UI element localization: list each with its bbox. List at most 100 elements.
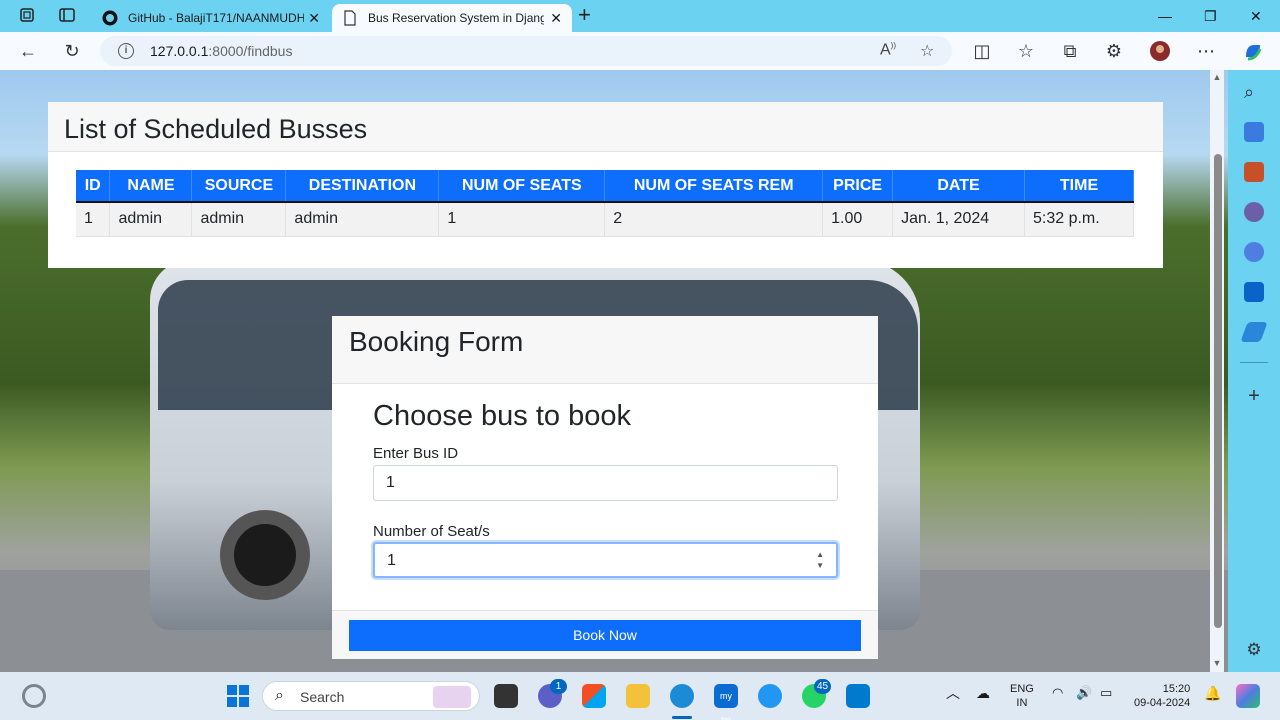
language-indicator[interactable]: ENG IN bbox=[1010, 682, 1034, 710]
send-icon[interactable] bbox=[1240, 322, 1268, 342]
scrollbar-thumb[interactable] bbox=[1214, 154, 1222, 628]
windows-taskbar: ⌕ Search 1 my hp 45 ︿ ☁ ENG IN ◠ 🔊 ▭ 15:… bbox=[0, 672, 1280, 720]
extensions-icon[interactable]: ⚙ bbox=[1104, 41, 1124, 61]
col-name: NAME bbox=[109, 170, 193, 203]
page-icon bbox=[344, 10, 356, 26]
games-icon[interactable] bbox=[1244, 202, 1264, 222]
booking-header: Booking Form bbox=[349, 326, 524, 357]
edge-icon[interactable] bbox=[670, 684, 694, 708]
outlook-icon[interactable] bbox=[1244, 282, 1264, 302]
busses-table: ID NAME SOURCE DESTINATION NUM OF SEATS … bbox=[76, 170, 1134, 237]
shopping-tag-icon[interactable] bbox=[1244, 122, 1264, 142]
split-screen-icon[interactable]: ◫ bbox=[972, 41, 992, 61]
search-label: Search bbox=[300, 689, 345, 705]
copilot-icon[interactable] bbox=[1242, 41, 1262, 61]
start-button[interactable] bbox=[226, 684, 250, 708]
tools-icon[interactable] bbox=[1244, 162, 1264, 182]
url-text: 127.0.0.1:8000/findbus bbox=[150, 43, 293, 59]
seats-input[interactable]: 1 ▲ ▼ bbox=[373, 542, 838, 578]
more-menu-icon[interactable]: ⋯ bbox=[1196, 41, 1216, 61]
tab-strip: GitHub - BalajiT171/NAANMUDH ✕ Bus Reser… bbox=[0, 0, 1280, 32]
cell-seats-rem: 2 bbox=[604, 202, 824, 237]
table-header-row: ID NAME SOURCE DESTINATION NUM OF SEATS … bbox=[76, 170, 1134, 203]
back-button[interactable]: ← bbox=[18, 41, 38, 61]
cell-price: 1.00 bbox=[822, 202, 894, 237]
bus-id-label: Enter Bus ID bbox=[373, 445, 459, 462]
seats-value: 1 bbox=[387, 552, 396, 569]
table-row: 1 admin admin admin 1 2 1.00 Jan. 1, 202… bbox=[76, 202, 1134, 237]
battery-icon[interactable]: ▭ bbox=[1100, 686, 1112, 700]
search-icon: ⌕ bbox=[275, 687, 284, 704]
search-icon[interactable]: ⌕ bbox=[1244, 82, 1264, 102]
close-tab-icon[interactable]: ✕ bbox=[308, 10, 320, 27]
cell-date: Jan. 1, 2024 bbox=[892, 202, 1025, 237]
profile-avatar[interactable] bbox=[1150, 41, 1170, 61]
booking-form-card: Booking Form Choose bus to book Enter Bu… bbox=[332, 316, 878, 659]
site-info-icon[interactable]: i bbox=[118, 43, 134, 59]
browser-toolbar: ← ↻ i 127.0.0.1:8000/findbus A)) ☆ ◫ ☆ ⧉… bbox=[0, 32, 1280, 70]
address-bar[interactable]: i 127.0.0.1:8000/findbus A)) ☆ bbox=[100, 36, 952, 66]
spinner-arrows-icon[interactable]: ▲ ▼ bbox=[816, 549, 824, 571]
whatsapp-badge: 45 bbox=[814, 679, 832, 694]
search-highlight-icon bbox=[433, 686, 471, 708]
collections-icon[interactable]: ⧉ bbox=[1060, 41, 1080, 61]
col-num-seats: NUM OF SEATS bbox=[438, 170, 606, 203]
cell-id: 1 bbox=[76, 202, 111, 237]
minimize-button[interactable]: — bbox=[1158, 8, 1172, 24]
taskbar-search[interactable]: ⌕ Search bbox=[262, 681, 480, 711]
col-date: DATE bbox=[892, 170, 1025, 203]
file-explorer-icon[interactable] bbox=[626, 684, 650, 708]
cell-time: 5:32 p.m. bbox=[1024, 202, 1134, 237]
tab-actions-icon[interactable] bbox=[58, 6, 78, 26]
vscode-icon[interactable] bbox=[846, 684, 870, 708]
bus-id-input[interactable]: 1 bbox=[373, 465, 838, 501]
tab-title: Bus Reservation System in Djang bbox=[368, 11, 544, 25]
teams-badge: 1 bbox=[550, 679, 567, 694]
new-tab-button[interactable]: + bbox=[578, 4, 591, 26]
task-view-icon[interactable] bbox=[494, 684, 518, 708]
scheduled-busses-card: List of Scheduled Busses ID NAME SOURCE … bbox=[48, 102, 1163, 268]
wifi-icon[interactable]: ◠ bbox=[1052, 686, 1063, 700]
close-tab-icon[interactable]: ✕ bbox=[550, 10, 562, 27]
restore-button[interactable]: ❐ bbox=[1204, 8, 1217, 25]
list-title: List of Scheduled Busses bbox=[64, 114, 368, 144]
notification-bell-icon[interactable]: 🔔 bbox=[1204, 686, 1221, 700]
workspaces-icon[interactable] bbox=[18, 6, 38, 26]
favorites-icon[interactable]: ☆ bbox=[1016, 41, 1036, 61]
col-source: SOURCE bbox=[191, 170, 287, 203]
help-icon[interactable] bbox=[758, 684, 782, 708]
chevron-up-icon[interactable]: ︿ bbox=[946, 686, 960, 700]
copilot-sidebar-icon[interactable] bbox=[1244, 242, 1264, 262]
page-viewport: List of Scheduled Busses ID NAME SOURCE … bbox=[0, 70, 1228, 672]
cell-source: admin bbox=[191, 202, 287, 237]
weather-widget-icon[interactable] bbox=[22, 684, 46, 708]
clock[interactable]: 15:20 09-04-2024 bbox=[1134, 682, 1190, 710]
col-time: TIME bbox=[1024, 170, 1134, 203]
bus-id-value: 1 bbox=[386, 474, 395, 491]
seats-label: Number of Seat/s bbox=[373, 523, 490, 540]
tab-title: GitHub - BalajiT171/NAANMUDH bbox=[128, 11, 304, 25]
read-aloud-icon[interactable]: A)) bbox=[880, 41, 896, 59]
scroll-up-icon[interactable]: ▲ bbox=[1210, 72, 1224, 82]
col-seats-rem: NUM OF SEATS REM bbox=[604, 170, 824, 203]
favorite-star-icon[interactable]: ☆ bbox=[920, 41, 934, 61]
edge-sidebar: ⌕ + ⚙ bbox=[1228, 70, 1280, 672]
myhp-icon[interactable]: my hp bbox=[714, 684, 738, 720]
onedrive-icon[interactable]: ☁ bbox=[976, 686, 990, 700]
scroll-down-icon[interactable]: ▼ bbox=[1210, 658, 1224, 668]
form-title: Choose bus to book bbox=[373, 400, 631, 432]
cell-num-seats: 1 bbox=[438, 202, 606, 237]
store-icon[interactable] bbox=[582, 684, 606, 708]
col-id: ID bbox=[76, 170, 111, 203]
copilot-taskbar-icon[interactable] bbox=[1236, 684, 1260, 708]
tab-bus-reservation[interactable]: Bus Reservation System in Djang ✕ bbox=[332, 4, 572, 32]
col-price: PRICE bbox=[822, 170, 894, 203]
close-window-button[interactable]: ✕ bbox=[1250, 8, 1262, 25]
settings-gear-icon[interactable]: ⚙ bbox=[1244, 640, 1264, 660]
volume-icon[interactable]: 🔊 bbox=[1076, 686, 1092, 700]
refresh-button[interactable]: ↻ bbox=[62, 41, 82, 61]
github-icon bbox=[102, 10, 118, 26]
book-now-button[interactable]: Book Now bbox=[349, 620, 861, 651]
add-icon[interactable]: + bbox=[1244, 386, 1264, 406]
tab-github[interactable]: GitHub - BalajiT171/NAANMUDH ✕ bbox=[92, 4, 330, 32]
